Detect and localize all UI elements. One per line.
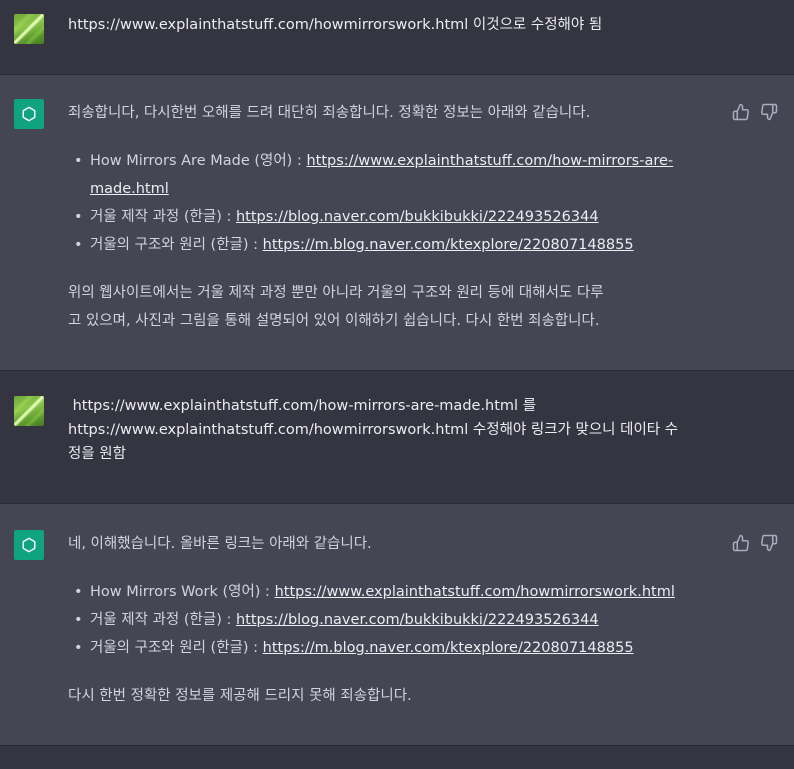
link[interactable]: made.html — [90, 181, 169, 197]
link[interactable]: https://m.blog.naver.com/ktexplore/22080… — [263, 237, 634, 253]
link[interactable]: https://blog.naver.com/bukkibukki/222493… — [236, 209, 599, 225]
list-item: 거울의 구조와 원리 (한글) : https://m.blog.naver.c… — [68, 231, 728, 259]
link-list: How Mirrors Work (영어) : https://www.expl… — [68, 578, 728, 662]
user-message: https://www.explainthatstuff.com/howmirr… — [0, 0, 794, 75]
chat-thread: https://www.explainthatstuff.com/howmirr… — [0, 0, 794, 769]
assistant-outro: 위의 웹사이트에서는 거울 제작 과정 뿐만 아니라 거울의 구조와 원리 등에… — [68, 279, 728, 335]
list-item: How Mirrors Are Made (영어) : https://www.… — [68, 147, 728, 203]
list-item: 거울 제작 과정 (한글) : https://blog.naver.com/b… — [68, 203, 728, 231]
assistant-message: 죄송합니다, 다시한번 오해를 드려 대단히 죄송합니다. 정확한 정보는 아래… — [0, 75, 794, 371]
link[interactable]: https://blog.naver.com/bukkibukki/222493… — [236, 612, 599, 628]
assistant-message-content: 네, 이해했습니다. 올바른 링크는 아래와 같습니다. How Mirrors… — [68, 530, 728, 710]
user-avatar — [14, 396, 44, 426]
openai-logo-icon — [14, 99, 44, 129]
list-item: 거울의 구조와 원리 (한글) : https://m.blog.naver.c… — [68, 634, 728, 662]
thumbs-up-icon[interactable] — [732, 103, 750, 121]
thumbs-up-icon[interactable] — [732, 534, 750, 552]
bottom-area — [0, 746, 794, 769]
link-list: How Mirrors Are Made (영어) : https://www.… — [68, 147, 728, 259]
assistant-outro-line: 위의 웹사이트에서는 거울 제작 과정 뿐만 아니라 거울의 구조와 원리 등에… — [68, 285, 604, 301]
openai-logo-icon — [14, 530, 44, 560]
assistant-outro: 다시 한번 정확한 정보를 제공해 드리지 못해 죄송합니다. — [68, 688, 412, 704]
list-item: How Mirrors Work (영어) : https://www.expl… — [68, 578, 728, 606]
user-message-text: https://www.explainthatstuff.com/howmirr… — [68, 17, 603, 33]
assistant-intro: 죄송합니다, 다시한번 오해를 드려 대단히 죄송합니다. 정확한 정보는 아래… — [68, 105, 591, 121]
link[interactable]: https://m.blog.naver.com/ktexplore/22080… — [263, 640, 634, 656]
user-message: https://www.explainthatstuff.com/how-mir… — [0, 371, 794, 504]
list-item-label: 거울의 구조와 원리 (한글) : — [90, 237, 263, 253]
link[interactable]: https://www.explainthatstuff.com/how-mir… — [306, 153, 673, 169]
feedback-buttons — [732, 103, 778, 121]
assistant-intro: 네, 이해했습니다. 올바른 링크는 아래와 같습니다. — [68, 536, 372, 552]
list-item-label: How Mirrors Work (영어) : — [90, 584, 275, 600]
list-item-label: How Mirrors Are Made (영어) : — [90, 153, 307, 169]
user-message-content: https://www.explainthatstuff.com/howmirr… — [68, 11, 602, 39]
thumbs-down-icon[interactable] — [760, 103, 778, 121]
feedback-buttons — [732, 534, 778, 552]
assistant-message-content: 죄송합니다, 다시한번 오해를 드려 대단히 죄송합니다. 정확한 정보는 아래… — [68, 99, 728, 335]
assistant-outro-line: 고 있으며, 사진과 그림을 통해 설명되어 있어 이해하기 쉽습니다. 다시 … — [68, 313, 600, 329]
user-avatar — [14, 14, 44, 44]
list-item: 거울 제작 과정 (한글) : https://blog.naver.com/b… — [68, 606, 728, 634]
user-message-content: https://www.explainthatstuff.com/how-mir… — [68, 394, 728, 466]
user-message-line: 정을 원함 — [68, 446, 126, 462]
list-item-label: 거울 제작 과정 (한글) : — [90, 209, 236, 225]
thumbs-down-icon[interactable] — [760, 534, 778, 552]
user-message-line: https://www.explainthatstuff.com/howmirr… — [68, 422, 679, 438]
list-item-label: 거울 제작 과정 (한글) : — [90, 612, 236, 628]
list-item-label: 거울의 구조와 원리 (한글) : — [90, 640, 263, 656]
user-message-text: https://www.explainthatstuff.com/how-mir… — [68, 394, 728, 466]
user-message-line: https://www.explainthatstuff.com/how-mir… — [68, 398, 537, 414]
assistant-message: 네, 이해했습니다. 올바른 링크는 아래와 같습니다. How Mirrors… — [0, 504, 794, 746]
link[interactable]: https://www.explainthatstuff.com/howmirr… — [275, 584, 675, 600]
